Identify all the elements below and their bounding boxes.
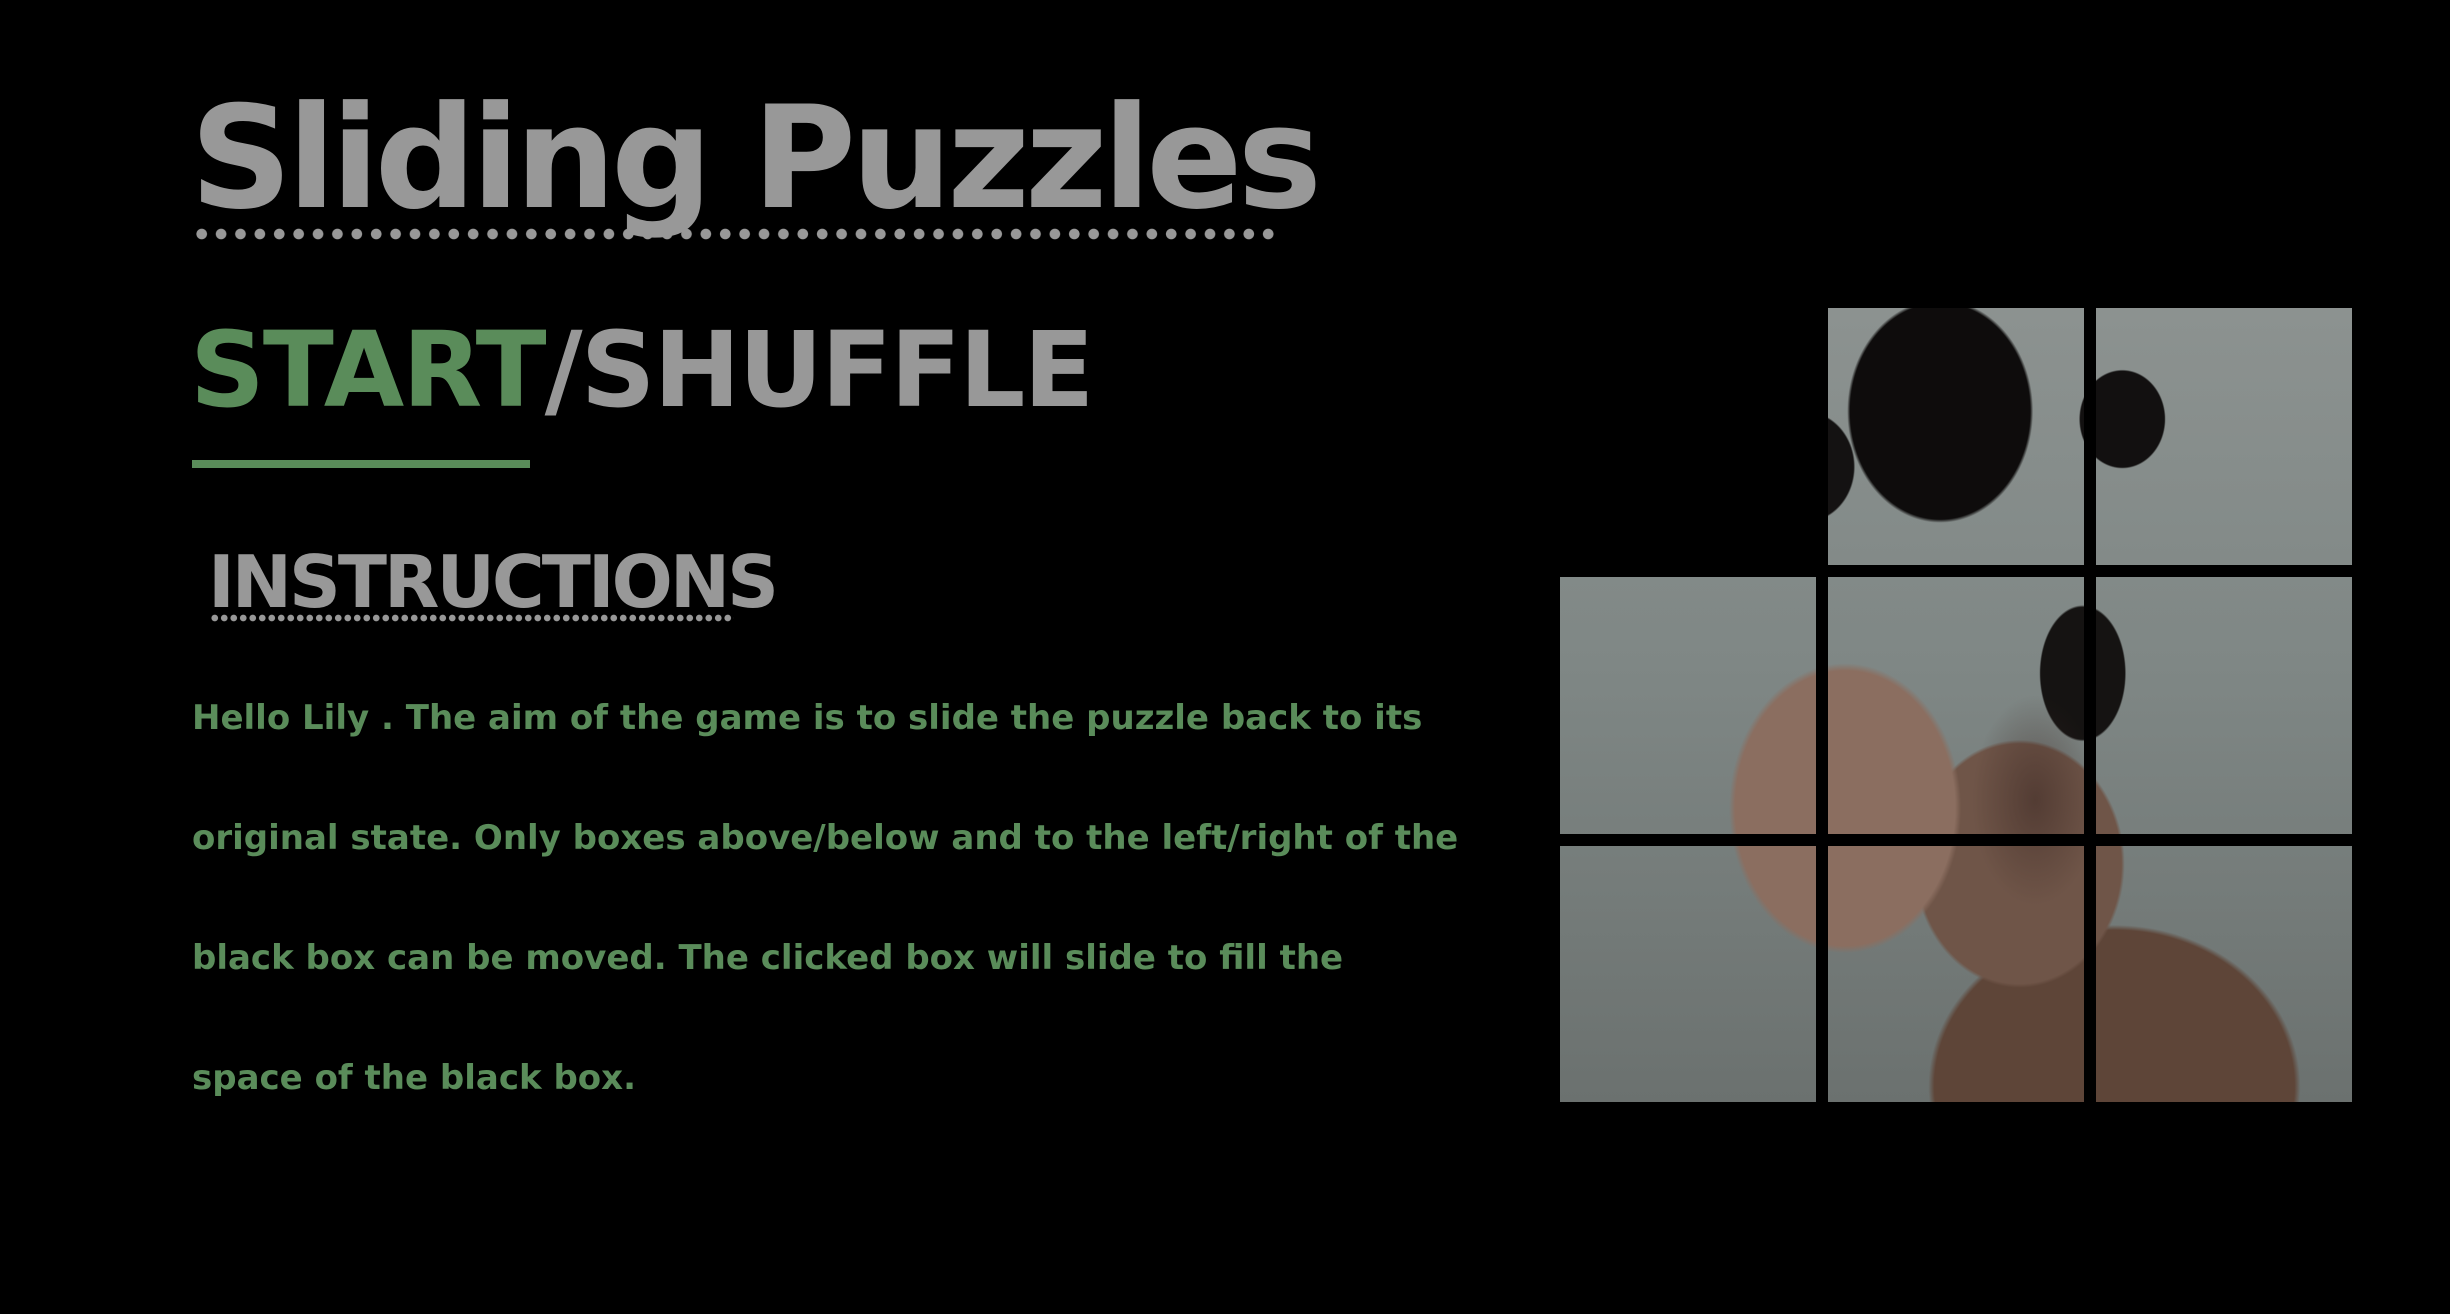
puzzle-tile-empty — [1560, 308, 1816, 565]
puzzle-tile[interactable] — [1560, 577, 1816, 834]
start-underline — [192, 460, 530, 468]
page-title: Sliding Puzzles — [190, 76, 1322, 241]
puzzle-tile[interactable] — [2096, 308, 2352, 565]
title-dotted-underline — [192, 227, 1280, 241]
puzzle-tile[interactable] — [1828, 308, 2084, 565]
game-controls: START/SHUFFLE — [190, 318, 1094, 422]
instructions-text: Hello Lily . The aim of the game is to s… — [192, 698, 1459, 1098]
puzzle-board — [1560, 308, 2352, 1103]
shuffle-button[interactable]: SHUFFLE — [581, 309, 1095, 431]
instructions-heading: INSTRUCTIONS — [208, 540, 779, 624]
start-button[interactable]: START — [190, 309, 547, 431]
puzzle-tile[interactable] — [1560, 846, 1816, 1103]
instructions-dotted-underline — [210, 614, 734, 622]
puzzle-tile[interactable] — [1828, 577, 2084, 834]
controls-separator: / — [544, 309, 583, 431]
puzzle-tile[interactable] — [2096, 846, 2352, 1103]
puzzle-tile[interactable] — [2096, 577, 2352, 834]
puzzle-tile[interactable] — [1828, 846, 2084, 1103]
